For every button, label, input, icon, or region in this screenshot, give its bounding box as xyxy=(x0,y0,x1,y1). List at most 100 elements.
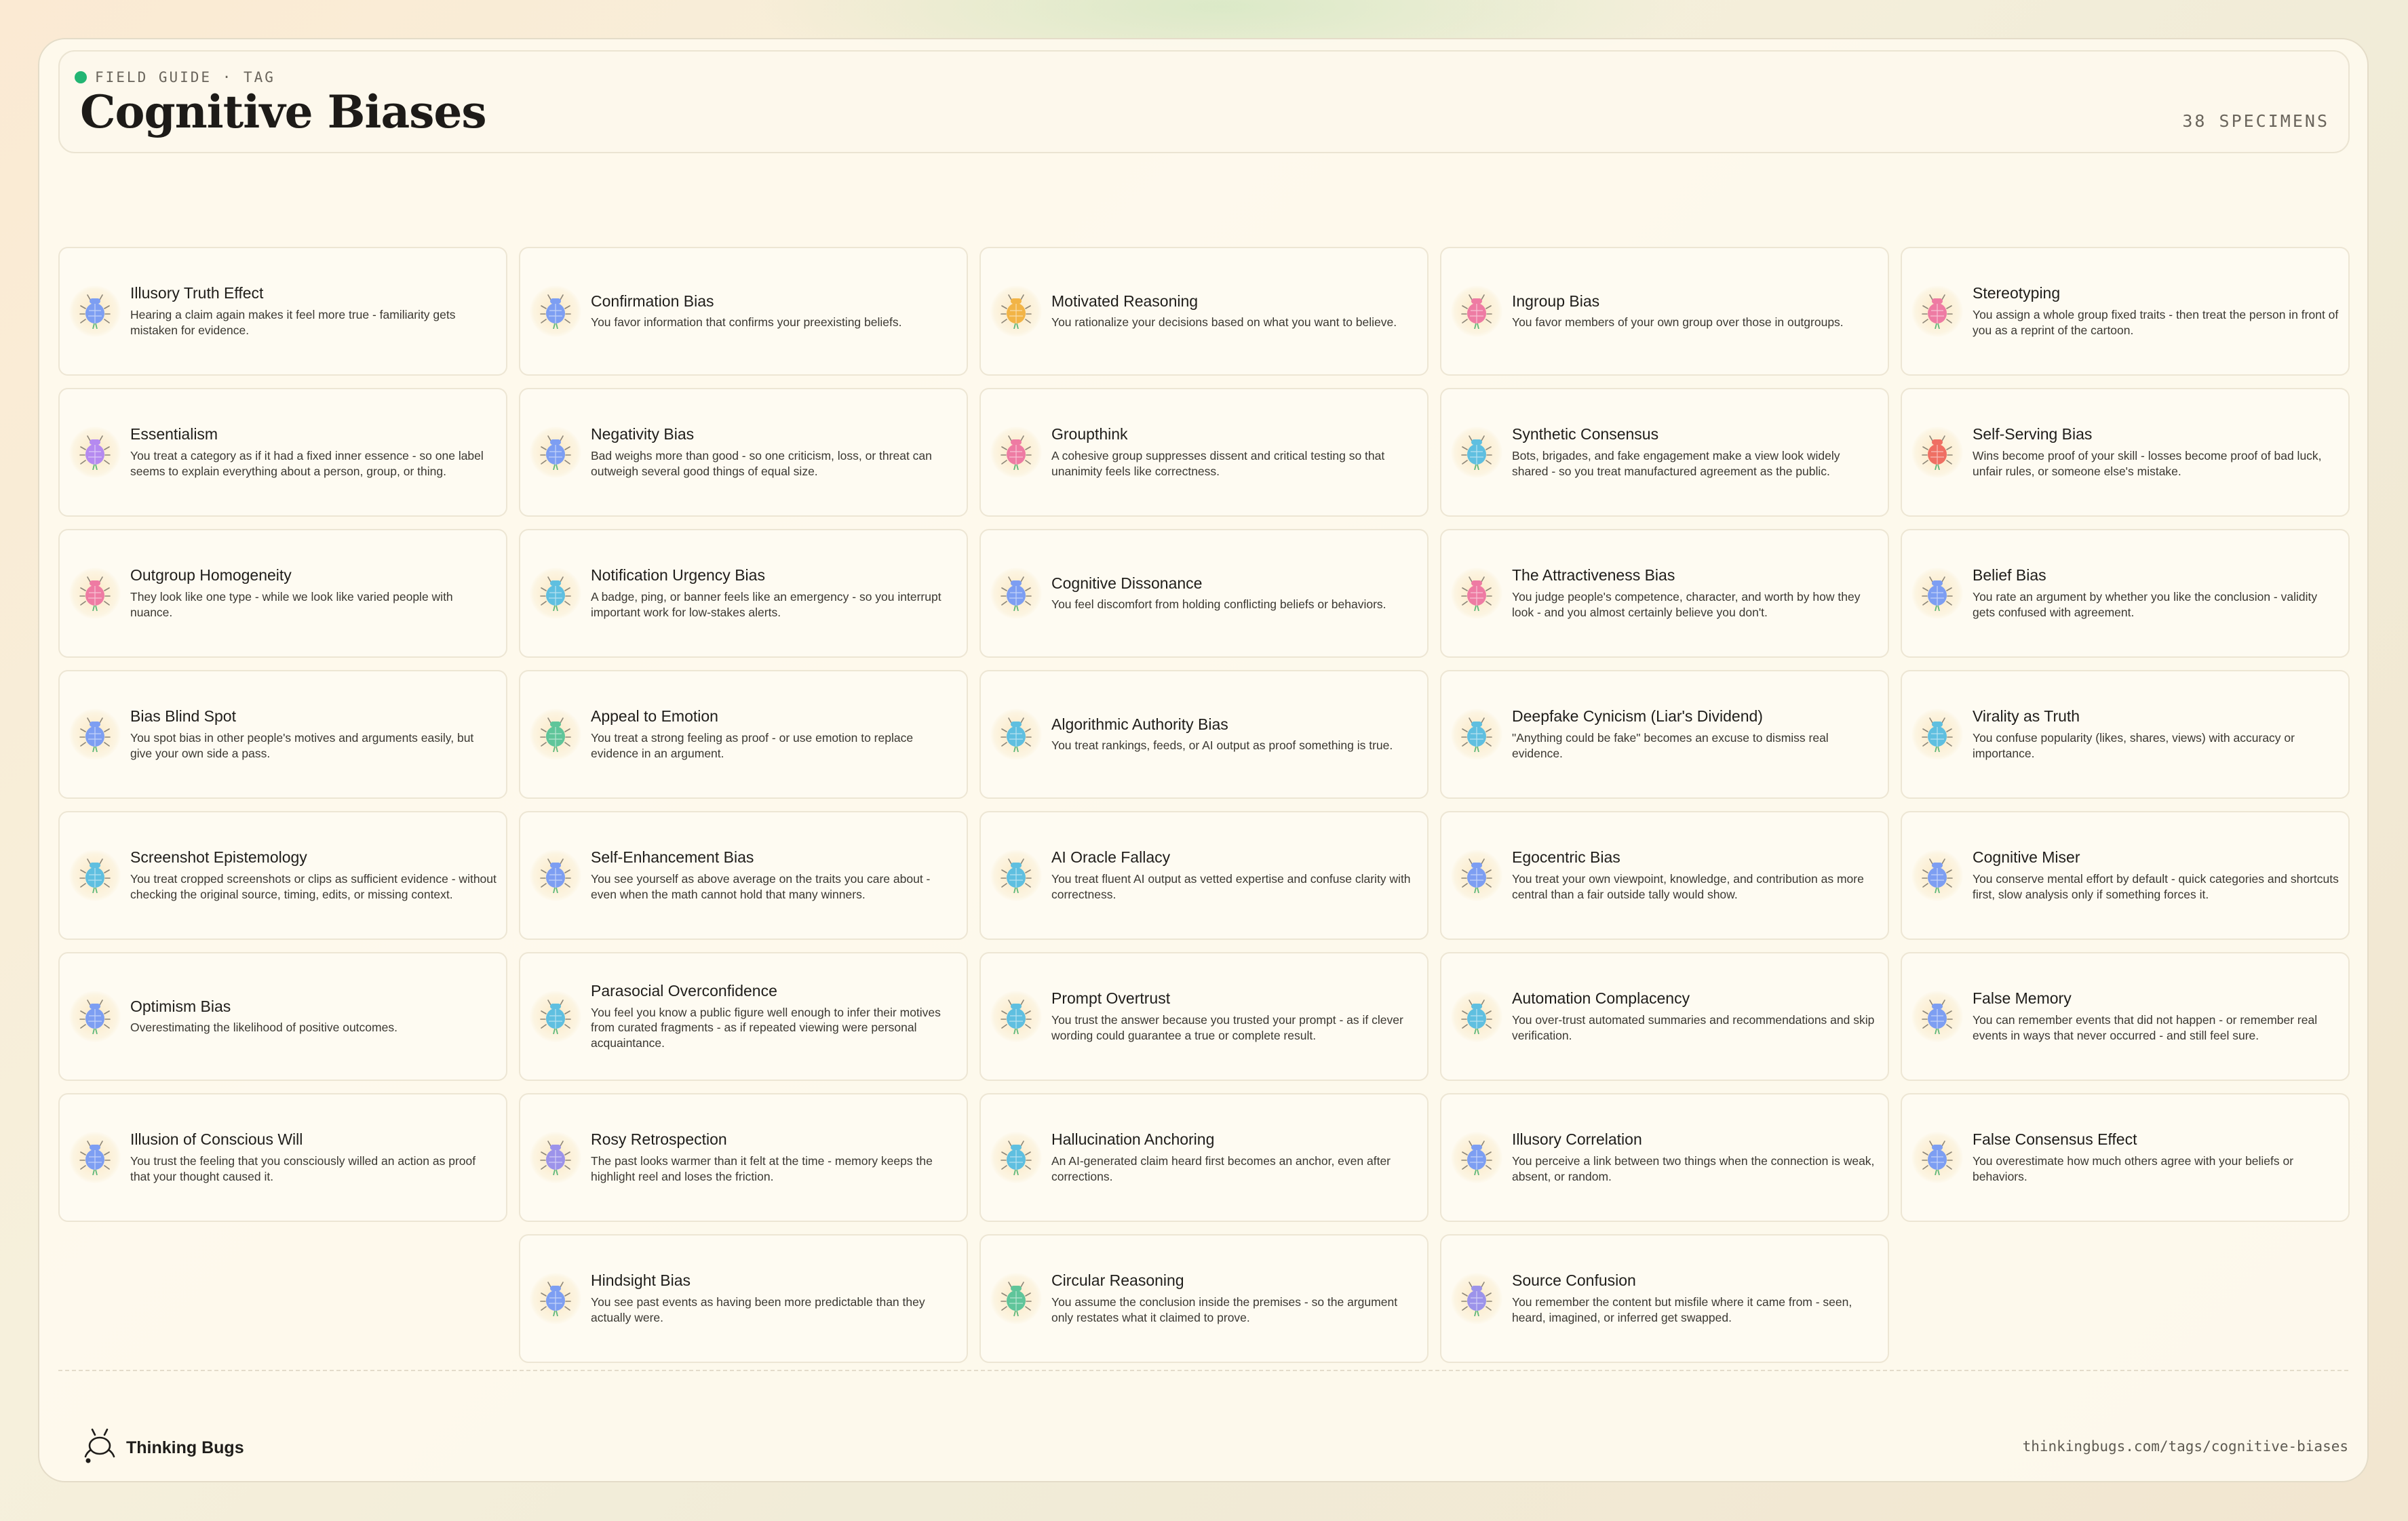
card-text: Cognitive Dissonance You feel discomfort … xyxy=(1051,574,1427,612)
card-title: Illusory Truth Effect xyxy=(130,284,264,302)
specimen-card[interactable]: Self-Serving Bias Wins become proof of yo… xyxy=(1901,388,2350,517)
bug-icon xyxy=(530,991,581,1042)
card-title: AI Oracle Fallacy xyxy=(1051,848,1171,867)
card-text: Hindsight Bias You see past events as hav… xyxy=(591,1271,967,1325)
bug-icon xyxy=(69,427,121,478)
card-title: Cognitive Miser xyxy=(1973,848,2080,867)
specimen-card[interactable]: Parasocial Overconfidence You feel you kn… xyxy=(519,952,968,1081)
card-description: You see yourself as above average on the… xyxy=(591,872,931,901)
card-text: Illusory Correlation You perceive a link … xyxy=(1512,1130,1888,1184)
specimen-card[interactable]: Rosy Retrospection The past looks warmer … xyxy=(519,1093,968,1222)
specimen-card[interactable]: Essentialism You treat a category as if i… xyxy=(58,388,507,517)
bug-icon xyxy=(990,285,1042,337)
bug-icon xyxy=(530,1132,581,1183)
card-text: Automation Complacency You over-trust aut… xyxy=(1512,989,1888,1043)
specimen-card[interactable]: Cognitive Miser You conserve mental effor… xyxy=(1901,811,2350,940)
card-title: Cognitive Dissonance xyxy=(1051,574,1203,592)
card-text: Hallucination Anchoring An AI-generated c… xyxy=(1051,1130,1427,1184)
card-description: You trust the answer because you trusted… xyxy=(1051,1013,1403,1042)
specimen-card[interactable]: Illusory Truth Effect Hearing a claim aga… xyxy=(58,247,507,376)
card-text: Screenshot Epistemology You treat cropped… xyxy=(130,848,506,902)
specimen-card[interactable]: Outgroup Homogeneity They look like one t… xyxy=(58,529,507,658)
bug-icon xyxy=(1451,709,1502,760)
card-text: Algorithmic Authority Bias You treat rank… xyxy=(1051,715,1427,753)
specimen-card[interactable]: False Consensus Effect You overestimate h… xyxy=(1901,1093,2350,1222)
specimen-card[interactable]: Source Confusion You remember the content… xyxy=(1440,1234,1889,1363)
specimen-card[interactable]: Prompt Overtrust You trust the answer bec… xyxy=(979,952,1429,1081)
card-description: Hearing a claim again makes it feel more… xyxy=(130,308,456,337)
specimen-card[interactable]: Appeal to Emotion You treat a strong feel… xyxy=(519,670,968,799)
eyebrow-label: FIELD GUIDE · TAG xyxy=(95,69,275,85)
bug-icon xyxy=(990,850,1042,901)
footer-url-link[interactable]: thinkingbugs.com/tags/cognitive-biases xyxy=(2023,1438,2348,1455)
bug-icon xyxy=(530,427,581,478)
specimen-card[interactable]: Bias Blind Spot You spot bias in other pe… xyxy=(58,670,507,799)
card-title: Illusory Correlation xyxy=(1512,1130,1642,1149)
card-description: Bad weighs more than good - so one criti… xyxy=(591,449,932,478)
card-title: Rosy Retrospection xyxy=(591,1130,727,1149)
bug-icon xyxy=(530,709,581,760)
specimen-card[interactable]: Egocentric Bias You treat your own viewpo… xyxy=(1440,811,1889,940)
specimen-card[interactable]: Virality as Truth You confuse popularity … xyxy=(1901,670,2350,799)
card-text: False Consensus Effect You overestimate h… xyxy=(1973,1130,2348,1184)
card-title: Essentialism xyxy=(130,425,218,443)
specimen-card[interactable]: Screenshot Epistemology You treat cropped… xyxy=(58,811,507,940)
specimen-card[interactable]: Stereotyping You assign a whole group fix… xyxy=(1901,247,2350,376)
specimen-card[interactable]: Confirmation Bias You favor information t… xyxy=(519,247,968,376)
brand-link[interactable]: Thinking Bugs xyxy=(81,1427,244,1469)
specimen-card[interactable]: Optimism Bias Overestimating the likeliho… xyxy=(58,952,507,1081)
card-description: You can remember events that did not hap… xyxy=(1973,1013,2318,1042)
card-title: Screenshot Epistemology xyxy=(130,848,307,867)
bug-icon xyxy=(990,427,1042,478)
card-text: Parasocial Overconfidence You feel you kn… xyxy=(591,982,967,1051)
card-description: You assume the conclusion inside the pre… xyxy=(1051,1295,1398,1324)
card-description: You treat fluent AI output as vetted exp… xyxy=(1051,872,1411,901)
specimen-card[interactable]: Negativity Bias Bad weighs more than good… xyxy=(519,388,968,517)
bug-icon xyxy=(990,709,1042,760)
specimen-card[interactable]: Synthetic Consensus Bots, brigades, and f… xyxy=(1440,388,1889,517)
bug-logo-icon xyxy=(81,1427,119,1469)
specimen-card[interactable]: Hindsight Bias You see past events as hav… xyxy=(519,1234,968,1363)
bug-icon xyxy=(1911,991,1963,1042)
specimen-card[interactable]: Deepfake Cynicism (Liar's Dividend) "Anyt… xyxy=(1440,670,1889,799)
card-description: A badge, ping, or banner feels like an e… xyxy=(591,590,941,619)
specimen-card[interactable]: Self-Enhancement Bias You see yourself as… xyxy=(519,811,968,940)
specimen-card[interactable]: AI Oracle Fallacy You treat fluent AI out… xyxy=(979,811,1429,940)
specimen-card[interactable]: Motivated Reasoning You rationalize your … xyxy=(979,247,1429,376)
specimen-card[interactable]: False Memory You can remember events that… xyxy=(1901,952,2350,1081)
card-description: You feel you know a public figure well e… xyxy=(591,1005,941,1050)
card-description: You conserve mental effort by default - … xyxy=(1973,872,2339,901)
card-title: Belief Bias xyxy=(1973,566,2046,585)
footer-divider xyxy=(58,1370,2348,1371)
card-description: Bots, brigades, and fake engagement make… xyxy=(1512,449,1840,478)
card-title: Hallucination Anchoring xyxy=(1051,1130,1215,1149)
specimen-card[interactable]: Cognitive Dissonance You feel discomfort … xyxy=(979,529,1429,658)
card-description: The past looks warmer than it felt at th… xyxy=(591,1154,933,1183)
card-text: Negativity Bias Bad weighs more than good… xyxy=(591,425,967,479)
brand-name: Thinking Bugs xyxy=(126,1438,244,1457)
card-title: Parasocial Overconfidence xyxy=(591,982,777,1000)
specimen-card[interactable]: Algorithmic Authority Bias You treat rank… xyxy=(979,670,1429,799)
specimen-card[interactable]: Ingroup Bias You favor members of your ow… xyxy=(1440,247,1889,376)
specimen-card[interactable]: The Attractiveness Bias You judge people'… xyxy=(1440,529,1889,658)
card-text: Bias Blind Spot You spot bias in other pe… xyxy=(130,707,506,761)
specimen-count: 38 SPECIMENS xyxy=(2182,111,2329,131)
specimen-card[interactable]: Belief Bias You rate an argument by wheth… xyxy=(1901,529,2350,658)
card-title: Confirmation Bias xyxy=(591,292,714,310)
specimen-card[interactable]: Illusion of Conscious Will You trust the … xyxy=(58,1093,507,1222)
specimen-card[interactable]: Notification Urgency Bias A badge, ping, … xyxy=(519,529,968,658)
card-description: You rate an argument by whether you like… xyxy=(1973,590,2318,619)
card-description: You treat rankings, feeds, or AI output … xyxy=(1051,738,1393,753)
bug-icon xyxy=(530,285,581,337)
specimen-card[interactable]: Illusory Correlation You perceive a link … xyxy=(1440,1093,1889,1222)
card-text: Stereotyping You assign a whole group fix… xyxy=(1973,284,2348,338)
card-text: Notification Urgency Bias A badge, ping, … xyxy=(591,566,967,620)
specimen-card[interactable]: Hallucination Anchoring An AI-generated c… xyxy=(979,1093,1429,1222)
specimen-card[interactable]: Groupthink A cohesive group suppresses di… xyxy=(979,388,1429,517)
card-text: Illusory Truth Effect Hearing a claim aga… xyxy=(130,284,506,338)
specimen-card[interactable]: Circular Reasoning You assume the conclus… xyxy=(979,1234,1429,1363)
card-title: Bias Blind Spot xyxy=(130,707,236,726)
specimen-card[interactable]: Automation Complacency You over-trust aut… xyxy=(1440,952,1889,1081)
bug-icon xyxy=(530,568,581,619)
card-text: Circular Reasoning You assume the conclus… xyxy=(1051,1271,1427,1325)
